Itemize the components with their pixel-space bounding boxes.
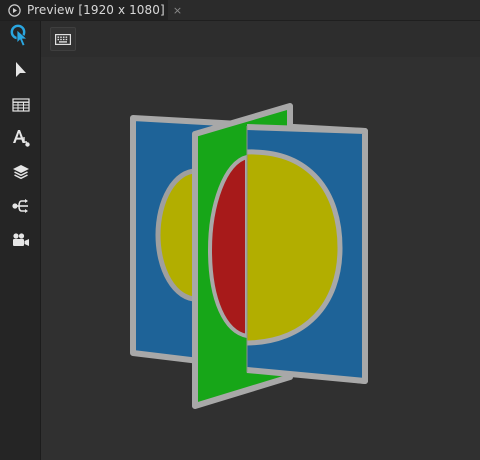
scene-render: [130, 103, 368, 409]
blue-panel-front: [246, 124, 368, 384]
preview-viewport[interactable]: [41, 57, 480, 460]
preview-window: Preview [1920 x 1080] ×: [0, 0, 480, 460]
